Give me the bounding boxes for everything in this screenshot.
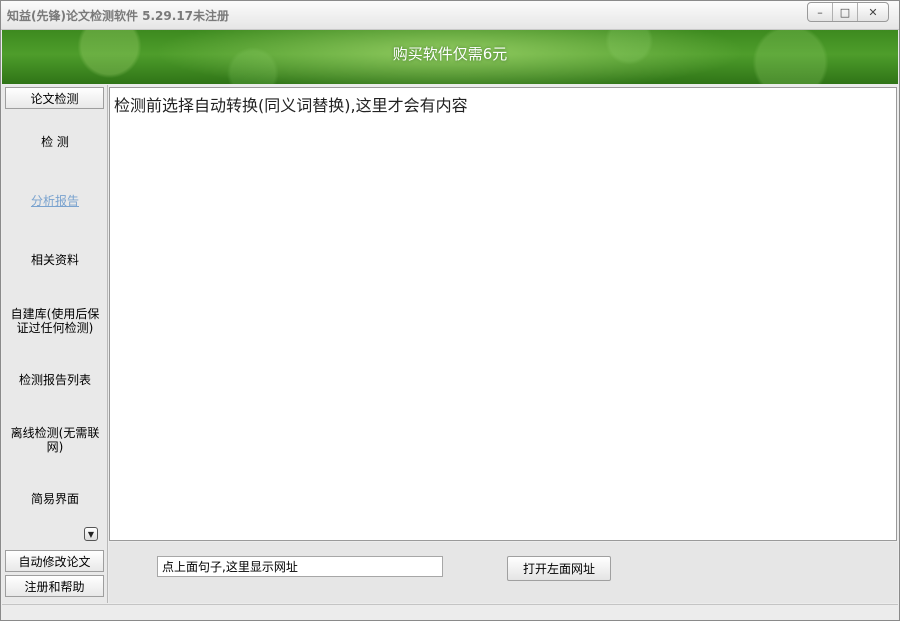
window-controls: – □ ✕ bbox=[807, 2, 889, 22]
promo-text: 购买软件仅需6元 bbox=[392, 45, 508, 63]
sidebar-item-offline-check[interactable]: 离线检测(无需联网) bbox=[8, 426, 102, 454]
auto-revise-button[interactable]: 自动修改论文 bbox=[5, 550, 104, 572]
window-title: 知益(先锋)论文检测软件 5.29.17未注册 bbox=[7, 9, 230, 23]
sidebar-item-check[interactable]: 检 测 bbox=[6, 135, 104, 149]
minimize-button[interactable]: – bbox=[808, 3, 832, 21]
bottom-panel: 打开左面网址 bbox=[109, 542, 898, 603]
sidebar-item-custom-library[interactable]: 自建库(使用后保证过任何检测) bbox=[8, 307, 102, 335]
sidebar-item-related-materials[interactable]: 相关资料 bbox=[6, 253, 104, 267]
maximize-button[interactable]: □ bbox=[832, 3, 857, 21]
status-bar bbox=[2, 604, 898, 620]
close-button[interactable]: ✕ bbox=[857, 3, 888, 21]
paper-check-button[interactable]: 论文检测 bbox=[5, 87, 104, 109]
sidebar-item-simple-ui[interactable]: 简易界面 bbox=[6, 492, 104, 506]
sidebar-item-analysis-report[interactable]: 分析报告 bbox=[6, 194, 104, 208]
register-help-button[interactable]: 注册和帮助 bbox=[5, 575, 104, 597]
content-text: 检测前选择自动转换(同义词替换),这里才会有内容 bbox=[114, 96, 468, 115]
chevron-down-icon[interactable]: ▼ bbox=[84, 527, 98, 541]
result-content-area[interactable]: 检测前选择自动转换(同义词替换),这里才会有内容 bbox=[109, 87, 897, 541]
title-bar[interactable]: 知益(先锋)论文检测软件 5.29.17未注册 – □ ✕ bbox=[1, 1, 899, 30]
sidebar-item-report-list[interactable]: 检测报告列表 bbox=[6, 373, 104, 387]
app-window: 知益(先锋)论文检测软件 5.29.17未注册 – □ ✕ 购买软件仅需6元 论… bbox=[0, 0, 900, 621]
url-field[interactable] bbox=[157, 556, 443, 577]
open-url-button[interactable]: 打开左面网址 bbox=[507, 556, 611, 581]
sidebar: 论文检测 检 测 分析报告 相关资料 自建库(使用后保证过任何检测) 检测报告列… bbox=[2, 85, 108, 603]
promo-banner[interactable]: 购买软件仅需6元 bbox=[2, 30, 898, 84]
